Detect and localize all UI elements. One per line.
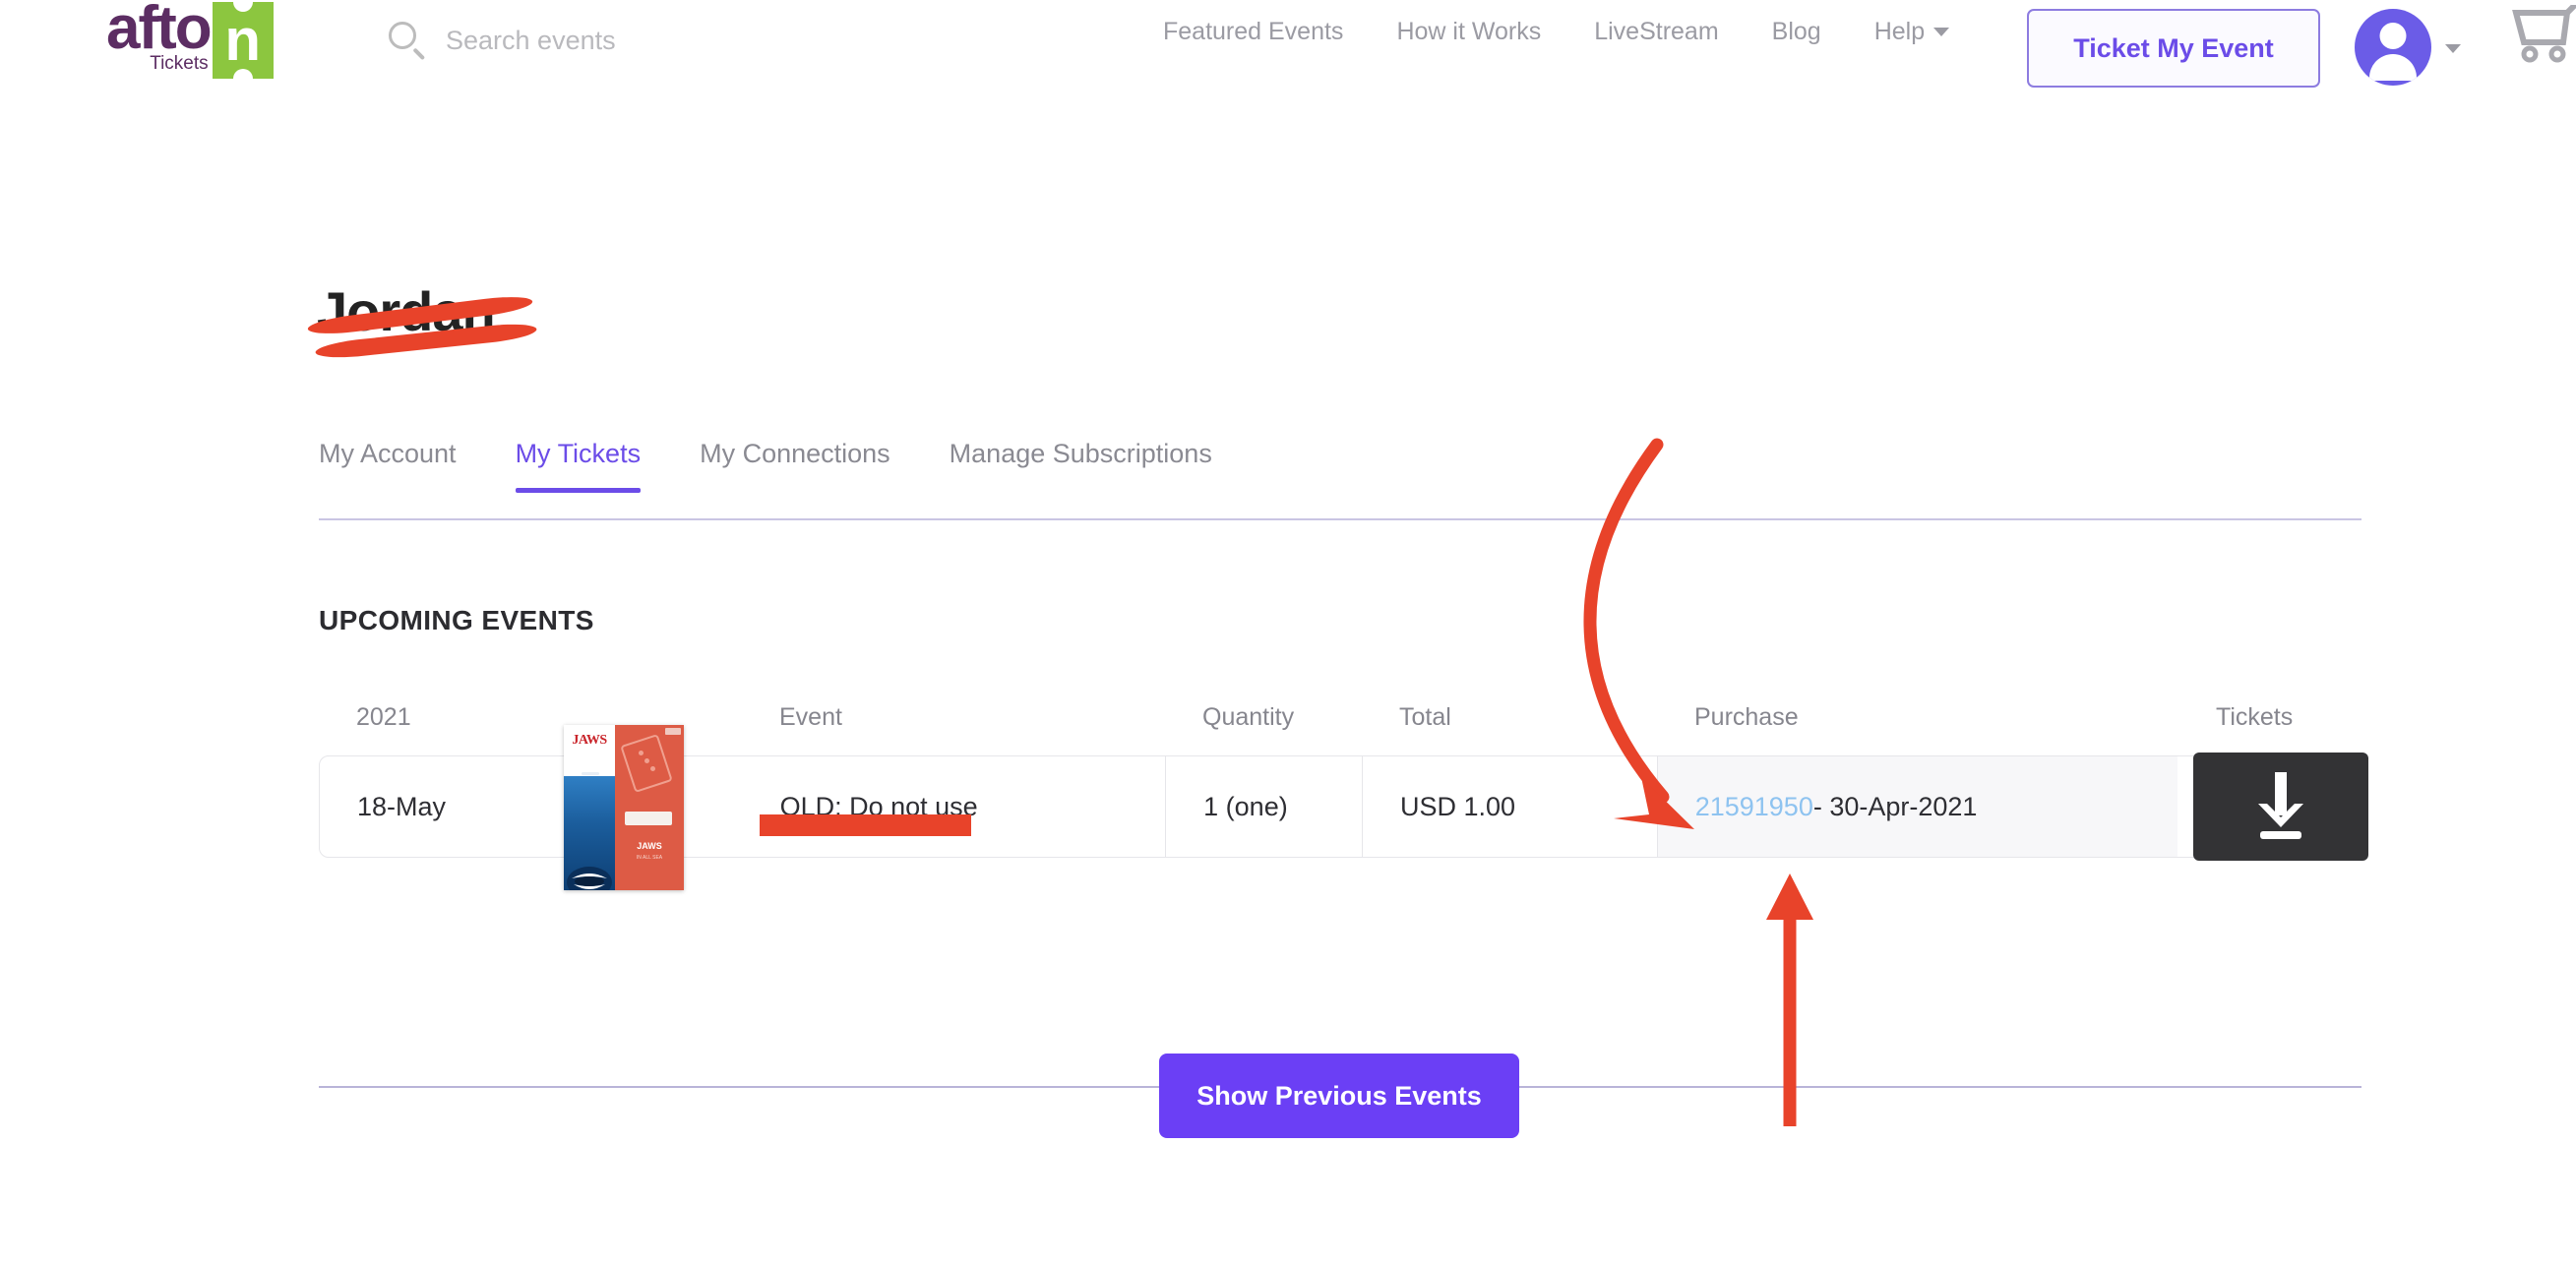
shopping-cart-icon[interactable] [2506,5,2576,66]
event-name-redaction-bar [760,814,971,836]
purchase-date-text: - 30-Apr-2021 [1812,791,1978,821]
ticket-my-event-button[interactable]: Ticket My Event [2027,9,2320,88]
cell-event-name: OLD: Do not use [743,756,1166,857]
download-tickets-button[interactable] [2193,753,2368,861]
column-header-purchase: Purchase [1694,702,1799,731]
poster-footer-title: JAWS [637,841,662,851]
column-header-tickets: Tickets [2216,702,2294,731]
cell-purchase: 21591950 - 30-Apr-2021 [1656,756,2178,857]
column-header-quantity: Quantity [1202,702,1295,731]
nav-item-help-label: Help [1873,18,1926,45]
ticket-art: JAWS IN ALL SEA [615,725,684,890]
shark-icon [567,867,612,890]
site-header: afto Tickets n Search events Featured Ev… [0,0,2576,98]
chevron-down-icon[interactable] [2445,43,2461,53]
section-heading-upcoming-events: UPCOMING EVENTS [319,605,594,635]
poster-footer-sub: IN ALL SEA [636,855,663,861]
red-straight-arrow-head [1766,873,1813,920]
nav-item-featured-events[interactable]: Featured Events [1136,18,1370,46]
tab-my-connections[interactable]: My Connections [700,439,890,491]
logo-subtitle: Tickets [150,53,209,74]
nav-item-how-it-works[interactable]: How it Works [1370,18,1567,46]
poster-badge [625,812,672,825]
column-header-event: Event [779,702,842,731]
afton-logo[interactable]: afto Tickets n [106,0,274,89]
logo-main-text: afto [106,0,213,62]
account-user-name: Jordan [306,281,538,361]
table-row: 18-May JAWS JAWS IN ALL SEA OLD: Do not … [319,725,2368,890]
account-tabs: My Account My Tickets My Connections Man… [319,439,2361,493]
cell-quantity: 1 (one) [1165,756,1362,857]
nav-item-blog[interactable]: Blog [1746,18,1848,46]
tab-manage-subscriptions[interactable]: Manage Subscriptions [950,439,1212,491]
logo-letter-n: n [224,7,261,73]
search-icon [387,20,428,61]
page-root: afto Tickets n Search events Featured Ev… [0,0,2576,1265]
nav-item-help[interactable]: Help [1848,18,1976,46]
poster-boat [582,772,599,775]
purchase-id-link[interactable]: 21591950 [1695,792,1813,822]
jaws-movie-poster-thumbnail[interactable]: JAWS JAWS IN ALL SEA [564,725,684,890]
download-icon [2258,772,2303,839]
chevron-down-icon [1933,28,1950,36]
tab-my-tickets[interactable]: My Tickets [515,439,641,493]
main-nav: Featured Events How it Works LiveStream … [1136,18,1976,46]
column-header-total: Total [1399,702,1451,731]
account-menu[interactable] [2355,9,2461,86]
logo-wordmark: afto Tickets [106,0,213,74]
ticket-shape-icon: n [212,0,274,89]
upcoming-events-table: 2021 Event Quantity Total Purchase Ticke… [319,689,2368,890]
search-bar[interactable]: Search events [387,20,616,61]
poster-art: JAWS [564,725,615,890]
nav-item-livestream[interactable]: LiveStream [1567,18,1745,46]
user-avatar-icon[interactable] [2355,9,2431,86]
poster-corner-mark [665,728,681,735]
tabs-divider [319,518,2361,520]
poster-title: JAWS [572,733,607,748]
search-input[interactable]: Search events [446,26,616,56]
ticket-outline-icon [620,734,673,793]
tab-my-account[interactable]: My Account [319,439,457,491]
cell-total: USD 1.00 [1361,756,1657,857]
show-previous-events-button[interactable]: Show Previous Events [1159,1054,1519,1138]
